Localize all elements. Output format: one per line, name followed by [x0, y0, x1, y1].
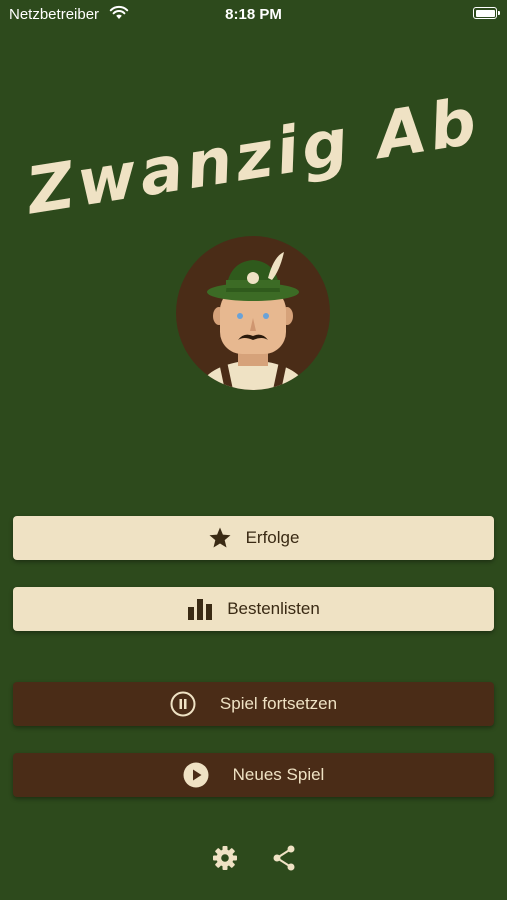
- star-icon: [208, 526, 232, 550]
- leaderboards-button[interactable]: Bestenlisten: [13, 587, 494, 631]
- pause-icon: [170, 691, 196, 717]
- status-bar: Netzbetreiber 8:18 PM: [0, 0, 507, 30]
- app-title: Zwanzig Ab: [22, 84, 485, 230]
- hunter-mascot: [176, 236, 330, 390]
- continue-game-button[interactable]: Spiel fortsetzen: [13, 682, 494, 726]
- share-icon[interactable]: [270, 844, 298, 872]
- achievements-button[interactable]: Erfolge: [13, 516, 494, 560]
- leaderboards-label: Bestenlisten: [227, 599, 320, 618]
- battery-icon: [473, 7, 500, 19]
- bar-chart-icon: [187, 598, 213, 620]
- gear-icon[interactable]: [211, 844, 239, 872]
- play-icon: [183, 762, 209, 788]
- new-game-label: Neues Spiel: [232, 765, 325, 784]
- battery-level: [475, 9, 495, 17]
- continue-game-label: Spiel fortsetzen: [219, 694, 338, 713]
- new-game-button[interactable]: Neues Spiel: [13, 753, 494, 797]
- status-time: 8:18 PM: [225, 6, 282, 23]
- achievements-label: Erfolge: [245, 528, 300, 547]
